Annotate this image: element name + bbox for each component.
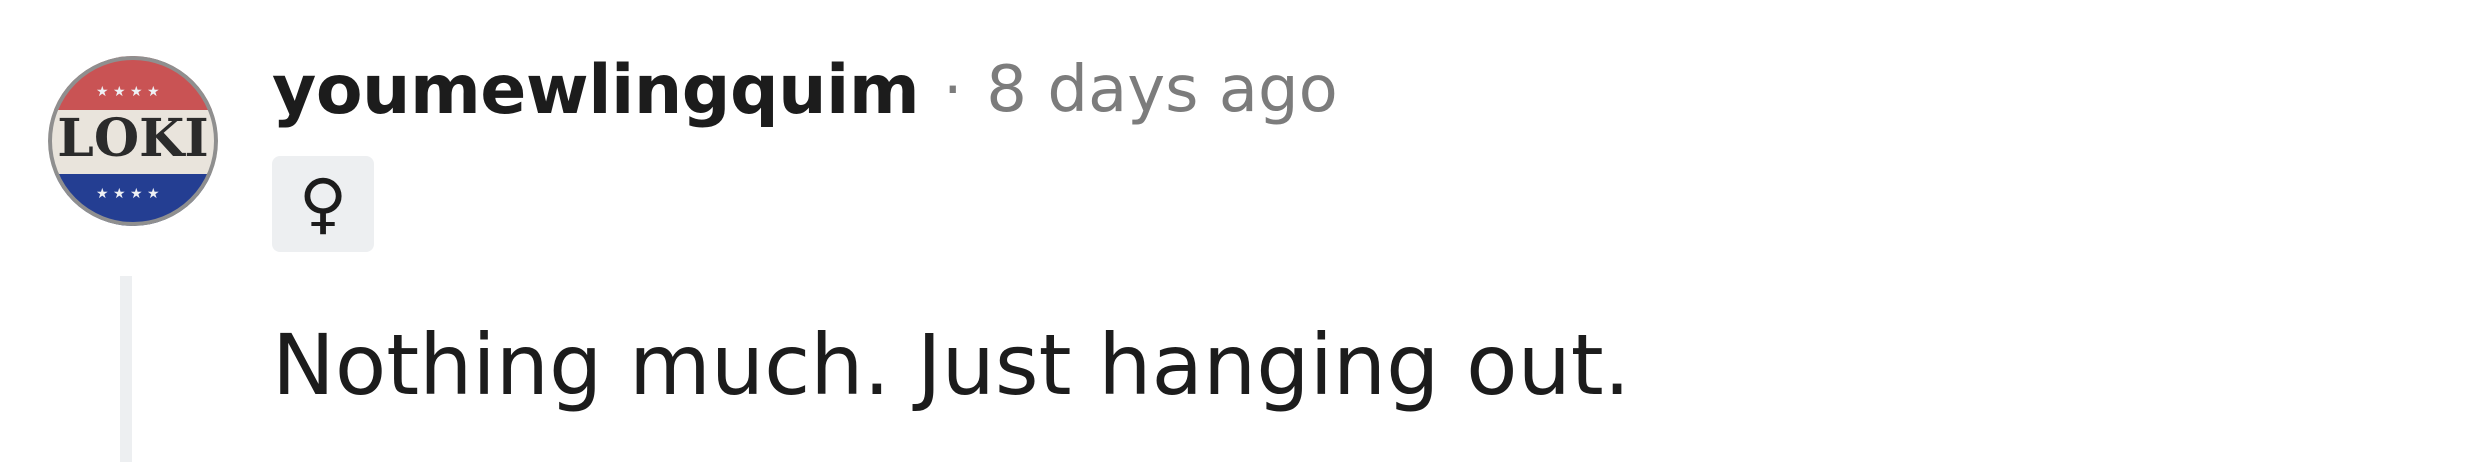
meta-separator: · — [943, 55, 963, 125]
user-flair: ♀ — [272, 156, 374, 252]
comment-body: Nothing much. Just hanging out. — [272, 316, 1631, 414]
svg-text:★ ★ ★ ★: ★ ★ ★ ★ — [96, 84, 160, 100]
svg-text:★ ★ ★ ★: ★ ★ ★ ★ — [96, 186, 160, 202]
female-symbol-icon: ♀ — [298, 165, 348, 242]
timestamp-link[interactable]: 8 days ago — [986, 53, 1337, 127]
user-avatar[interactable]: ★ ★ ★ ★ ★ ★ ★ ★ LOKI — [48, 56, 218, 226]
thread-line[interactable] — [120, 276, 132, 462]
comment: ★ ★ ★ ★ ★ ★ ★ ★ LOKI youmewlingquim · 8 … — [0, 0, 2482, 462]
loki-badge-icon: ★ ★ ★ ★ ★ ★ ★ ★ LOKI — [48, 56, 218, 226]
username-link[interactable]: youmewlingquim — [272, 51, 920, 130]
comment-header: youmewlingquim · 8 days ago — [272, 42, 1338, 138]
avatar-badge-text: LOKI — [57, 108, 208, 169]
